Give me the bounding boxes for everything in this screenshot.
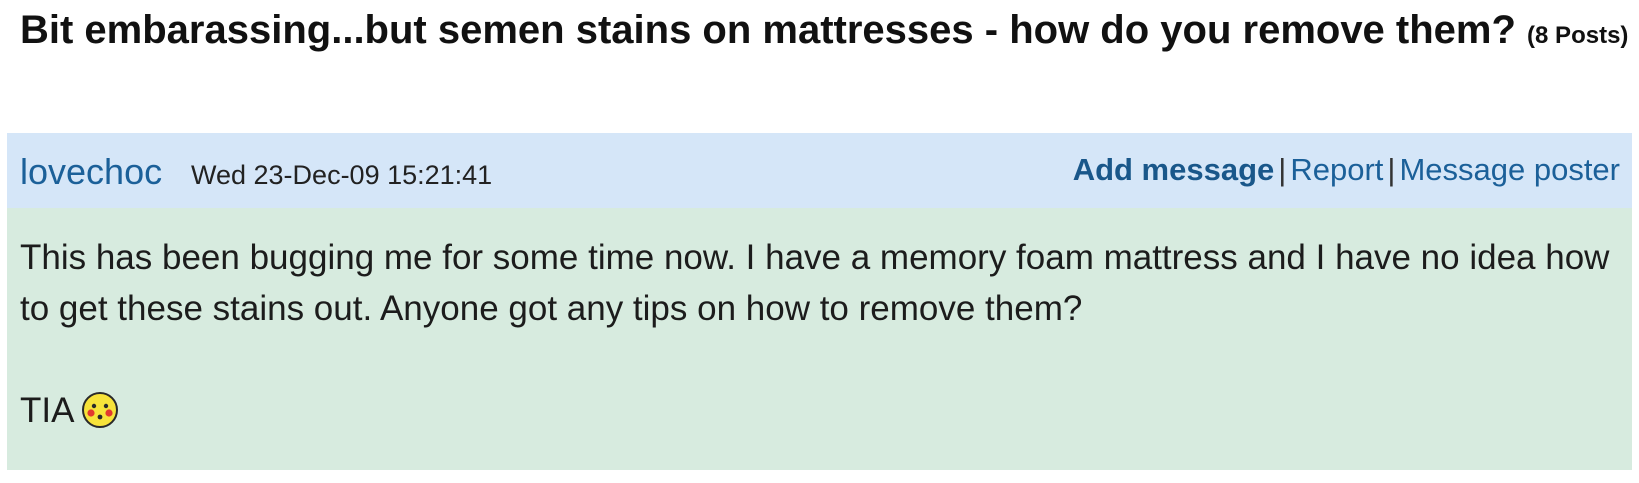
action-separator: |	[1387, 152, 1396, 187]
report-link[interactable]: Report	[1290, 152, 1383, 187]
thread-title-text: Bit embarassing...but semen stains on ma…	[20, 8, 1516, 52]
post-actions: Add message | Report | Message poster	[1073, 152, 1620, 188]
poster-name-link[interactable]: lovechoc	[20, 151, 162, 193]
post-header: lovechoc Wed 23-Dec-09 15:21:41 Add mess…	[7, 133, 1632, 208]
action-separator: |	[1278, 152, 1287, 187]
post-paragraph: TIA	[20, 385, 1619, 444]
post: lovechoc Wed 23-Dec-09 15:21:41 Add mess…	[7, 133, 1632, 470]
thread-title: Bit embarassing...but semen stains on ma…	[20, 4, 1632, 62]
post-paragraph: This has been bugging me for some time n…	[20, 238, 1610, 328]
post-date: Wed 23-Dec-09 15:21:41	[191, 160, 493, 190]
post-signoff: TIA	[20, 391, 75, 430]
blushing-smiley-icon	[80, 390, 120, 444]
post-count: (8 Posts)	[1527, 22, 1629, 49]
message-poster-link[interactable]: Message poster	[1399, 152, 1620, 187]
add-message-link[interactable]: Add message	[1073, 152, 1275, 187]
post-body: This has been bugging me for some time n…	[7, 208, 1632, 470]
